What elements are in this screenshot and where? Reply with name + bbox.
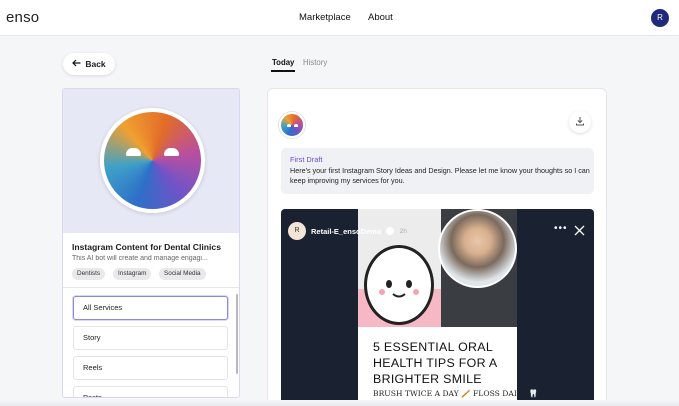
story-subline: BRUSH TWICE A DAY 🪥 FLOSS DAILY 🦷	[373, 389, 539, 398]
draft-heading: First Draft	[290, 155, 323, 164]
service-item-story[interactable]: Story	[73, 326, 228, 350]
app-logo[interactable]: enso	[6, 9, 39, 26]
story-user-row: R Retail-E_ensoDemo 2h	[288, 222, 407, 240]
service-card: Instagram Content for Dental Clinics Thi…	[62, 88, 240, 398]
download-icon	[575, 113, 585, 131]
instagram-story-preview[interactable]: R Retail-E_ensoDemo 2h ••• 5 ESSENTIAL O…	[281, 209, 594, 405]
tab-history[interactable]: History	[303, 58, 327, 67]
story-user-avatar[interactable]: R	[288, 222, 306, 240]
back-button[interactable]: Back	[63, 53, 115, 75]
tooth-illustration	[364, 245, 434, 325]
service-hero	[63, 89, 239, 233]
close-icon[interactable]	[574, 223, 585, 241]
service-description: This AI bot will create and manage engag…	[72, 255, 208, 262]
nav-about[interactable]: About	[368, 12, 393, 23]
woman-brushing-photo	[438, 209, 517, 288]
arrow-left-icon	[72, 59, 81, 69]
bot-avatar-small	[279, 112, 305, 138]
story-time: 2h	[399, 227, 407, 235]
download-button[interactable]	[569, 111, 591, 133]
enso-bot-avatar	[100, 108, 205, 213]
avatar-eye-right	[164, 148, 179, 156]
page-bottom-edge	[0, 400, 679, 406]
story-username[interactable]: Retail-E_ensoDemo	[311, 227, 381, 236]
draft-message: First Draft Here's your first Instagram …	[281, 148, 594, 194]
service-item-posts[interactable]: Posts	[73, 386, 228, 397]
user-avatar[interactable]: R	[651, 9, 669, 27]
card-divider	[63, 287, 239, 288]
tag-instagram: Instagram	[113, 268, 152, 280]
mini-eye-right	[294, 124, 298, 127]
story-headline: 5 ESSENTIAL ORAL HEALTH TIPS FOR A BRIGH…	[373, 340, 497, 386]
verified-icon	[386, 227, 395, 235]
service-title: Instagram Content for Dental Clinics	[72, 242, 221, 252]
avatar-eye-left	[126, 148, 141, 156]
mini-eye-left	[287, 124, 291, 127]
top-nav-bar: enso Marketplace About R	[0, 0, 679, 36]
tag-social-media: Social Media	[159, 268, 206, 280]
tab-today[interactable]: Today	[272, 58, 294, 67]
content-panel: First Draft Here's your first Instagram …	[267, 88, 607, 406]
nav-marketplace[interactable]: Marketplace	[299, 12, 351, 23]
more-dots-icon[interactable]: •••	[554, 223, 568, 234]
service-item-reels[interactable]: Reels	[73, 356, 228, 380]
story-text-card: 5 ESSENTIAL ORAL HEALTH TIPS FOR A BRIGH…	[358, 327, 538, 405]
active-tab-indicator	[271, 70, 295, 72]
service-item-all[interactable]: All Services	[73, 296, 228, 320]
draft-text: Here's your first Instagram Story Ideas …	[290, 166, 590, 185]
back-label: Back	[85, 59, 106, 69]
tag-dentists: Dentists	[72, 268, 106, 280]
service-list-scrollbar[interactable]	[236, 294, 238, 374]
